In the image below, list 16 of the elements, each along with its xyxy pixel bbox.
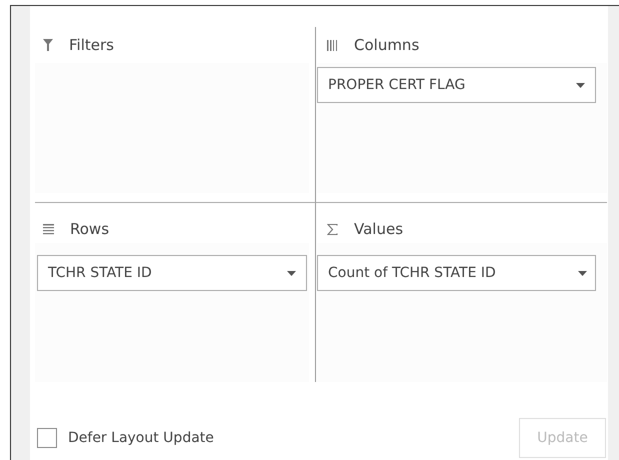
area-title: Values: [354, 220, 404, 238]
caret-icon: [576, 82, 585, 88]
caret-icon: [578, 270, 587, 276]
area-title: Columns: [354, 36, 420, 54]
columns-icon: [327, 40, 338, 50]
field-dropdown[interactable]: PROPER CERT FLAG: [317, 67, 596, 103]
field-dropdown[interactable]: Count of TCHR STATE ID: [317, 255, 596, 291]
field-dropdown[interactable]: TCHR STATE ID: [37, 255, 307, 291]
area-title: Rows: [70, 220, 110, 238]
filter-icon: [43, 39, 53, 51]
checkbox[interactable]: [37, 428, 57, 448]
sigma-icon: [327, 224, 338, 234]
checkbox-label[interactable]: Defer Layout Update: [68, 430, 214, 446]
rows-icon: [43, 224, 54, 234]
caret-icon: [287, 270, 296, 276]
area-title: Filters: [69, 36, 114, 54]
